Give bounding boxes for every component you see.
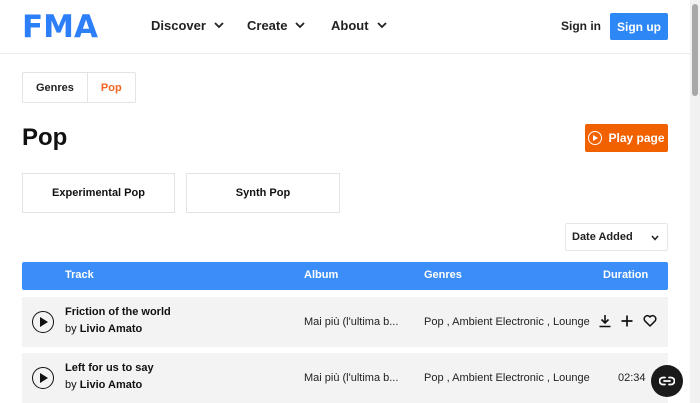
track-title[interactable]: Left for us to say (65, 362, 154, 374)
table-row: Left for us to say by Livio Amato Mai pi… (22, 353, 668, 403)
nav-discover-label: Discover (151, 18, 206, 33)
track-duration: 02:34 (618, 372, 646, 384)
subgenre-experimental-pop[interactable]: Experimental Pop (22, 173, 175, 213)
artist-by: by (65, 379, 77, 391)
track-artist: by Livio Amato (65, 323, 142, 335)
scrollbar-thumb[interactable] (692, 4, 698, 96)
nav-about[interactable]: About (331, 18, 387, 33)
play-icon[interactable] (32, 311, 54, 333)
chevron-down-icon (651, 235, 659, 241)
heart-icon[interactable] (643, 314, 657, 328)
chevron-down-icon (376, 22, 387, 29)
chevron-down-icon (214, 22, 224, 29)
add-icon[interactable] (620, 314, 634, 328)
breadcrumb-pop[interactable]: Pop (88, 73, 135, 102)
track-title[interactable]: Friction of the world (65, 306, 171, 318)
subgenre-synth-pop[interactable]: Synth Pop (186, 173, 340, 213)
artist-by: by (65, 323, 77, 335)
play-page-label: Play page (608, 131, 665, 145)
track-album[interactable]: Mai più (l'ultima b... (304, 316, 404, 328)
site-header: FMA Discover Create About Sign in Sign u… (0, 0, 690, 54)
track-artist: by Livio Amato (65, 379, 142, 391)
breadcrumb: Genres Pop (22, 72, 136, 103)
header-genres: Genres (424, 269, 462, 281)
nav-create[interactable]: Create (247, 18, 306, 33)
track-genres[interactable]: Pop , Ambient Electronic , Lounge (424, 372, 590, 384)
nav-discover[interactable]: Discover (151, 18, 224, 33)
page-scrollbar[interactable] (690, 0, 700, 403)
sign-up-button[interactable]: Sign up (610, 13, 668, 40)
header-track: Track (65, 269, 94, 281)
sort-selected-value: Date Added (572, 231, 633, 243)
chevron-down-icon (295, 22, 306, 29)
floating-link-button[interactable] (651, 365, 683, 397)
artist-link[interactable]: Livio Amato (80, 323, 143, 335)
track-table-header: Track Album Genres Duration (22, 262, 668, 290)
play-circle-icon (588, 131, 603, 145)
play-page-button[interactable]: Play page (585, 124, 668, 152)
page-title: Pop (22, 124, 68, 151)
track-genres[interactable]: Pop , Ambient Electronic , Lounge (424, 316, 590, 328)
track-album[interactable]: Mai più (l'ultima b... (304, 372, 404, 384)
play-icon[interactable] (32, 367, 54, 389)
header-album: Album (304, 269, 339, 281)
breadcrumb-genres[interactable]: Genres (23, 73, 88, 102)
header-duration: Duration (603, 269, 649, 281)
link-icon (659, 376, 675, 386)
nav-about-label: About (331, 18, 369, 33)
sort-select[interactable]: Date Added (565, 223, 668, 251)
download-icon[interactable] (598, 314, 612, 328)
table-row: Friction of the world by Livio Amato Mai… (22, 297, 668, 347)
sign-in-link[interactable]: Sign in (561, 19, 601, 33)
nav-create-label: Create (247, 18, 288, 33)
artist-link[interactable]: Livio Amato (80, 379, 143, 391)
fma-logo[interactable]: FMA (22, 10, 98, 44)
